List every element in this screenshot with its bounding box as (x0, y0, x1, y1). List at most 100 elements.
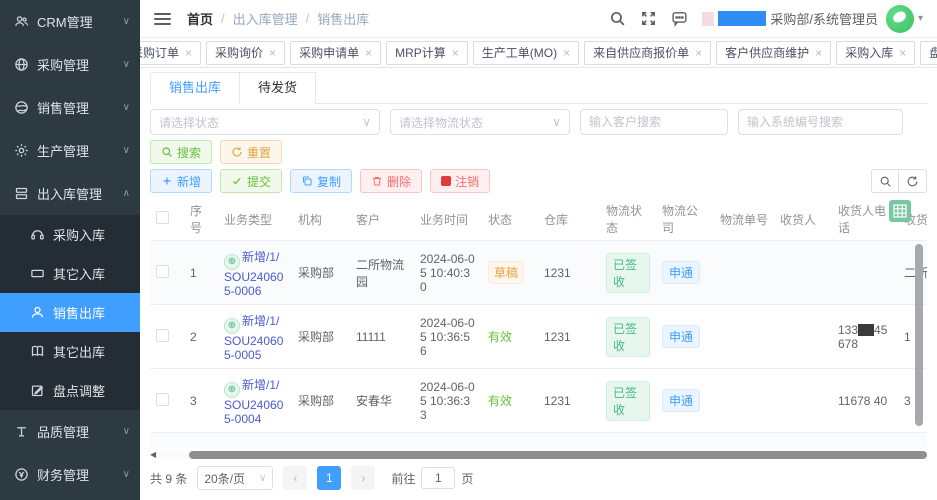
table-horizontal-scrollbar[interactable]: ◀ (150, 450, 927, 460)
next-page-button[interactable]: › (351, 466, 375, 490)
status-select[interactable]: 请选择状态 ∨ (150, 109, 380, 135)
cell-phone (832, 433, 898, 449)
avatar[interactable] (886, 5, 914, 33)
hamburger-icon[interactable] (154, 13, 171, 25)
tab-purchase-order[interactable]: 采购订单× (140, 41, 201, 65)
tab-purchase-inbound[interactable]: 采购入库× (836, 41, 915, 65)
cell-logistics-no (714, 241, 774, 305)
cell-status: 有效 (482, 305, 538, 369)
cell-status: 草稿 (482, 241, 538, 305)
sidebar-item-stocktake[interactable]: 盘点调整 (0, 371, 140, 410)
add-button[interactable]: 新增 (150, 169, 212, 193)
copy-button[interactable]: 复制 (290, 169, 352, 193)
cell-seq: 3 (184, 369, 218, 433)
col-type: 业务类型 (218, 198, 292, 241)
doc-circle-icon: ⊕ (224, 254, 240, 270)
close-icon[interactable]: × (269, 46, 276, 60)
sidebar-item-production[interactable]: 生产管理 ∨ (0, 129, 140, 172)
logistics-status-select[interactable]: 请选择物流状态 ∨ (390, 109, 570, 135)
table-refresh-icon[interactable] (899, 169, 927, 193)
fullscreen-icon[interactable] (640, 10, 657, 27)
sidebar-item-purchase[interactable]: 采购管理 ∨ (0, 43, 140, 86)
scrollbar-thumb[interactable] (189, 451, 927, 459)
sidebar-item-sales[interactable]: 销售管理 ∨ (0, 86, 140, 129)
status-text: 有效 (488, 394, 512, 408)
chevron-down-icon: ∨ (259, 473, 266, 484)
cell-logistics-company: 申通 (656, 369, 714, 433)
close-icon[interactable]: × (452, 46, 459, 60)
search-button[interactable]: 搜索 (150, 140, 212, 164)
tab-purchase-inquiry[interactable]: 采购询价× (206, 41, 285, 65)
scroll-left-icon[interactable]: ◀ (150, 450, 156, 460)
table-search-icon[interactable] (871, 169, 899, 193)
reset-button[interactable]: 重置 (220, 140, 282, 164)
status-badge: 草稿 (488, 261, 524, 284)
tab-sales-outbound-list[interactable]: 销售出库 (150, 72, 240, 104)
tab-purchase-request[interactable]: 采购申请单× (290, 41, 381, 65)
tab-stocktake[interactable]: 盘点调整× (920, 41, 937, 65)
row-checkbox[interactable] (156, 265, 169, 278)
message-icon[interactable] (671, 10, 688, 27)
sidebar-item-finance[interactable]: 财务管理 ∨ (0, 453, 140, 496)
close-icon[interactable]: × (563, 46, 570, 60)
sidebar-item-crm[interactable]: CRM管理 ∨ (0, 0, 140, 43)
users-icon (14, 14, 29, 29)
logistics-status-badge: 已签收 (606, 317, 650, 357)
sidebar-item-purchase-inbound[interactable]: 采购入库 (0, 215, 140, 254)
close-icon[interactable]: × (695, 46, 702, 60)
cell-logistics-no (714, 369, 774, 433)
select-all-checkbox[interactable] (156, 211, 169, 224)
app-window: CRM管理 ∨ 采购管理 ∨ 销售管理 ∨ 生产管理 ∨ 出入库管理 ∧ 采购入… (0, 0, 937, 500)
pagination-bar: 共 9 条 20条/页 ∨ ‹ 1 › 前往 页 (150, 466, 927, 490)
goto-label: 前往 (391, 470, 415, 487)
page-size-select[interactable]: 20条/页 ∨ (197, 466, 273, 490)
current-page-button[interactable]: 1 (317, 466, 341, 490)
page-unit-label: 页 (461, 470, 473, 487)
close-icon[interactable]: × (365, 46, 372, 60)
close-icon[interactable]: × (899, 46, 906, 60)
col-receiver: 收货人 (774, 198, 832, 241)
chevron-down-icon: ∨ (123, 469, 130, 480)
close-icon[interactable]: × (815, 46, 822, 60)
close-icon[interactable]: × (185, 46, 192, 60)
sidebar-item-quality[interactable]: 品质管理 ∨ (0, 410, 140, 453)
breadcrumb-section[interactable]: 出入库管理 (233, 9, 298, 28)
doc-circle-icon: ⊕ (224, 318, 240, 334)
sidebar-item-other-inbound[interactable]: 其它入库 (0, 254, 140, 293)
submit-button[interactable]: 提交 (220, 169, 282, 193)
cell-org: 采购部 (292, 241, 350, 305)
column-settings-icon[interactable] (889, 200, 911, 222)
cell-customer: 二所物流 (350, 433, 414, 449)
row-checkbox[interactable] (156, 329, 169, 342)
breadcrumb-separator: / (221, 11, 225, 26)
scrollbar-thumb[interactable] (915, 244, 923, 426)
cell-time: 2024-06-0 (414, 433, 482, 449)
search-icon[interactable] (609, 10, 626, 27)
tab-supplier-quote[interactable]: 来自供应商报价单× (584, 41, 711, 65)
customer-search-input[interactable] (580, 109, 728, 135)
cell-org: 采购部 (292, 305, 350, 369)
tab-mo[interactable]: 生产工单(MO)× (473, 41, 579, 65)
sidebar-item-sales-outbound[interactable]: 销售出库 (0, 293, 140, 332)
sidebar-item-label: 出入库管理 (37, 184, 102, 203)
sysno-search-input[interactable] (738, 109, 903, 135)
sidebar-item-inventory[interactable]: 出入库管理 ∧ (0, 172, 140, 215)
cell-status: 有效 (482, 369, 538, 433)
tab-customer-supplier[interactable]: 客户供应商维护× (716, 41, 831, 65)
goto-page-input[interactable] (421, 467, 455, 489)
chevron-down-icon: ∨ (362, 115, 371, 129)
prev-page-button[interactable]: ‹ (283, 466, 307, 490)
sidebar-item-label: 采购入库 (53, 225, 105, 244)
row-checkbox[interactable] (156, 393, 169, 406)
table-vertical-scrollbar[interactable] (915, 244, 923, 442)
breadcrumb-home[interactable]: 首页 (187, 9, 213, 28)
sidebar-item-other-outbound[interactable]: 其它出库 (0, 332, 140, 371)
user-chip[interactable]: 采购部/系统管理员 ▾ (702, 5, 923, 33)
logout-doc-button[interactable]: 注销 (430, 169, 490, 193)
globe-icon (14, 57, 29, 72)
delete-button[interactable]: 删除 (360, 169, 422, 193)
tab-mrp[interactable]: MRP计算× (386, 41, 468, 65)
logistics-company-badge: 申通 (662, 325, 700, 348)
tab-pending-shipment[interactable]: 待发货 (240, 72, 316, 104)
opened-tabs-bar: 采购订单× 采购询价× 采购申请单× MRP计算× 生产工单(MO)× 来自供应… (140, 38, 937, 68)
